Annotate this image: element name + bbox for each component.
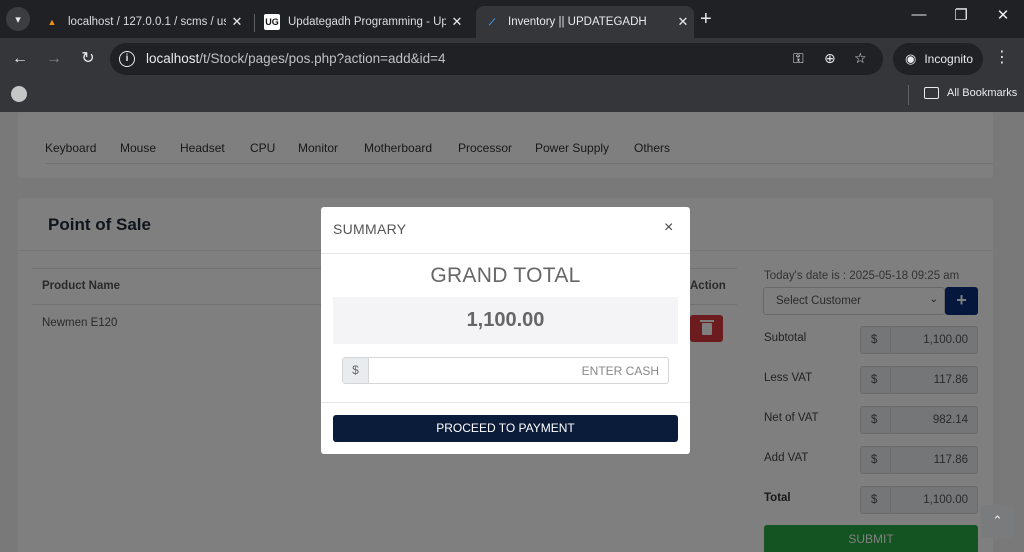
tab-title: Updategadh Programming - Updategadh xyxy=(288,16,446,28)
new-tab-plus-icon[interactable]: + xyxy=(700,8,712,31)
browser-toolbar: ← → ↻ i localhost/t/Stock/pages/pos.php?… xyxy=(0,38,1024,80)
updategadh-favicon-icon: UG xyxy=(264,14,280,30)
enter-cash-input[interactable] xyxy=(370,358,668,383)
zoom-icon[interactable]: ⊕ xyxy=(824,50,836,67)
url-text[interactable]: localhost/t/Stock/pages/pos.php?action=a… xyxy=(146,51,445,66)
cash-input-group: $ xyxy=(342,357,669,384)
modal-title: SUMMARY xyxy=(333,221,407,237)
browser-menu-icon[interactable]: ⋮ xyxy=(994,47,1010,67)
tab-updategadh[interactable]: UG Updategadh Programming - Updategadh ✕ xyxy=(256,6,468,38)
proceed-to-payment-button[interactable]: PROCEED TO PAYMENT xyxy=(333,415,678,442)
phpmyadmin-favicon-icon: ▲ xyxy=(47,17,57,27)
grand-total-value: 1,100.00 xyxy=(333,297,678,344)
browser-tab-bar: ▾ ▲ localhost / 127.0.0.1 / scms / users… xyxy=(0,0,1024,38)
window-minimize-icon[interactable]: — xyxy=(904,6,934,23)
reload-icon[interactable]: ↻ xyxy=(76,47,100,71)
key-icon[interactable]: ⚿ xyxy=(793,50,804,67)
window-restore-icon[interactable]: ❐ xyxy=(946,6,976,24)
address-bar[interactable]: i localhost/t/Stock/pages/pos.php?action… xyxy=(110,43,883,75)
incognito-icon: ◉ xyxy=(905,51,917,66)
site-info-icon[interactable]: i xyxy=(119,51,135,67)
currency-addon: $ xyxy=(343,358,369,383)
folder-icon xyxy=(924,87,939,99)
url-path: /t/Stock/pages/pos.php?action=add&id=4 xyxy=(199,51,446,66)
tab-separator xyxy=(254,14,255,32)
globe-icon[interactable] xyxy=(11,86,27,102)
all-bookmarks-button[interactable]: All Bookmarks xyxy=(924,87,1017,99)
back-arrow-icon[interactable]: ← xyxy=(8,47,32,71)
modal-header-divider xyxy=(321,253,690,254)
close-icon[interactable]: × xyxy=(664,219,673,237)
url-host: localhost xyxy=(146,51,200,66)
inventory-favicon-icon: ⟋ xyxy=(488,16,496,27)
all-bookmarks-label: All Bookmarks xyxy=(947,87,1018,99)
modal-footer-divider xyxy=(321,402,690,403)
tab-title: Inventory || UPDATEGADH xyxy=(508,16,647,28)
scroll-to-top-chevron-up-icon[interactable]: ⌃ xyxy=(981,505,1014,538)
incognito-label: Incognito xyxy=(924,52,974,66)
incognito-indicator[interactable]: ◉ Incognito xyxy=(893,43,983,75)
bookmarks-bar: All Bookmarks xyxy=(0,80,1024,112)
grand-total-label: GRAND TOTAL xyxy=(430,264,581,287)
window-close-icon[interactable]: ✕ xyxy=(988,6,1018,24)
forward-arrow-icon[interactable]: → xyxy=(42,47,66,71)
summary-modal: SUMMARY × GRAND TOTAL 1,100.00 $ PROCEED… xyxy=(321,207,690,454)
bookmarks-separator xyxy=(908,85,909,105)
tab-close-icon[interactable]: ✕ xyxy=(226,14,248,30)
tab-close-icon[interactable]: ✕ xyxy=(446,14,468,30)
star-icon[interactable]: ☆ xyxy=(854,50,867,67)
tab-search-chevron-down-icon[interactable]: ▾ xyxy=(6,7,30,31)
tab-inventory-active[interactable]: ⟋ Inventory || UPDATEGADH ✕ xyxy=(476,6,694,38)
tab-phpmyadmin[interactable]: ▲ localhost / 127.0.0.1 / scms / users ✕ xyxy=(36,6,248,38)
tab-close-icon[interactable]: ✕ xyxy=(672,14,694,30)
tab-title: localhost / 127.0.0.1 / scms / users xyxy=(68,16,226,28)
